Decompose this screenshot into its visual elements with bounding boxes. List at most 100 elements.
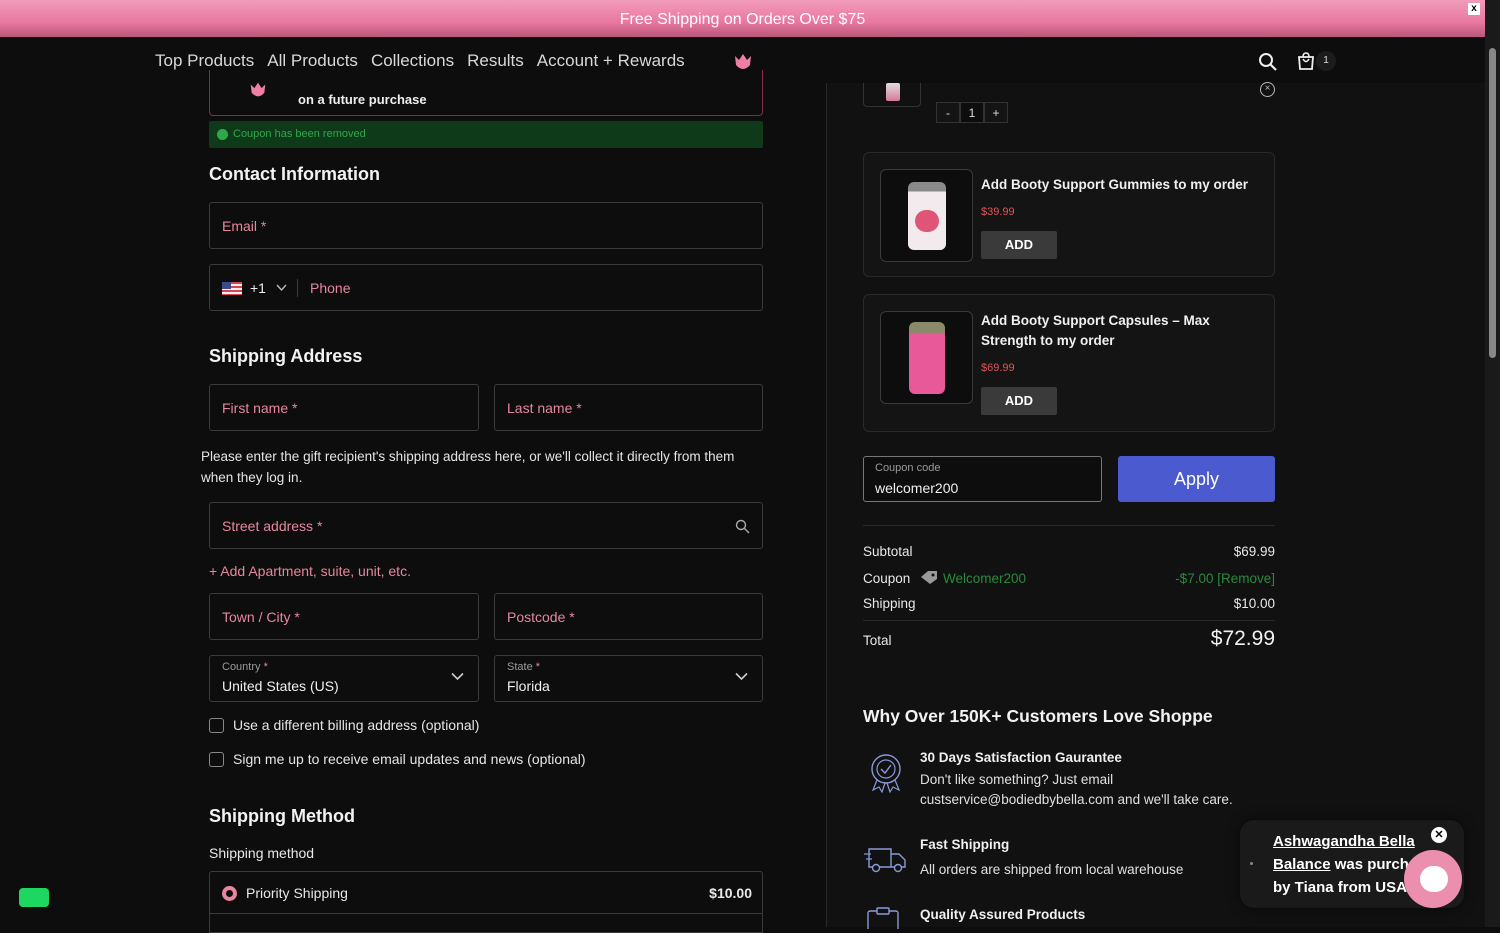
page-scrollbar[interactable] [1485,0,1500,927]
product-image [886,83,900,101]
chat-button[interactable] [1404,850,1462,908]
cart-count-badge: 1 [1316,51,1336,71]
add-apartment-link[interactable]: + Add Apartment, suite, unit, etc. [209,563,411,579]
gift-recipient-note: Please enter the gift recipient's shippi… [201,449,735,485]
newsletter-label: Sign me up to receive email updates and … [233,751,586,767]
upsell-capsules: Add Booty Support Capsules – Max Strengt… [863,294,1275,432]
truck-icon [864,848,906,873]
shipping-option-price: $10.00 [709,885,752,901]
search-icon[interactable] [1258,52,1278,72]
first-name-field[interactable]: First name * [209,384,479,431]
phone-field[interactable]: +1 Phone [209,264,763,311]
nav-results[interactable]: Results [467,51,524,71]
postcode-field[interactable]: Postcode * [494,593,763,640]
upsell-price: $69.99 [981,362,1015,374]
shipping-address-title: Shipping Address [209,346,363,366]
last-name-field[interactable]: Last name * [494,384,763,431]
qty-increase-button[interactable]: + [984,102,1008,123]
quantity-stepper[interactable]: - 1 + [936,102,1008,123]
coupon-code-input[interactable]: Coupon code welcomer200 [863,456,1102,502]
upsell-product-image [880,311,973,404]
email-field[interactable]: Email * [209,202,763,249]
coupon-row: Coupon Welcomer200 -$7.00 [Remove] [863,571,1275,586]
nav-all-products[interactable]: All Products [267,51,358,71]
shipping-option-name: Priority Shipping [246,885,348,901]
coupon-discount-remove[interactable]: -$7.00 [Remove] [1175,571,1275,586]
rewards-launcher-button[interactable] [19,888,49,907]
city-placeholder: Town / City * [222,609,300,625]
add-gummies-button[interactable]: ADD [981,231,1057,259]
qty-decrease-button[interactable]: - [936,102,960,123]
email-placeholder: Email * [222,218,267,234]
feature-title: Quality Assured Products [920,907,1086,922]
nav-top-products[interactable]: Top Products [155,51,254,71]
cart-icon[interactable] [1296,51,1316,71]
street-placeholder: Street address * [222,518,323,534]
subtotal-row: Subtotal $69.99 [863,544,1275,559]
first-name-placeholder: First name * [222,400,298,416]
newsletter-option[interactable]: Sign me up to receive email updates and … [209,751,586,767]
why-title: Why Over 150K+ Customers Love Shoppe [863,706,1213,726]
phone-country-code[interactable]: +1 [250,280,266,296]
summary-divider [863,525,1275,526]
badge-check-icon [871,754,901,794]
scrollbar-thumb[interactable] [1489,48,1496,358]
popup-product-line2[interactable]: Balance [1273,856,1331,873]
total-label: Total [863,633,892,648]
upsell-title: Add Booty Support Capsules – Max Strengt… [981,313,1210,348]
remove-item-icon[interactable]: × [1260,82,1275,97]
postcode-placeholder: Postcode * [507,609,575,625]
popup-product-line1[interactable]: Ashwagandha Bella [1273,833,1415,850]
subtotal-value: $69.99 [1233,544,1275,559]
country-label: Country [222,661,261,673]
feature-title: Fast Shipping [920,837,1010,852]
feature-desc: All orders are shipped from local wareho… [920,862,1184,877]
coupon-removed-notice: Coupon has been removed [209,121,763,148]
feature-title: 30 Days Satisfaction Gaurantee [920,750,1122,765]
announcement-bar: Free Shipping on Orders Over $75 [0,0,1485,37]
apply-coupon-button[interactable]: Apply [1118,456,1275,502]
close-popup-button[interactable]: ✕ [1431,827,1447,843]
priority-shipping-option[interactable]: Priority Shipping $10.00 [209,871,763,914]
tulip-icon [250,82,266,97]
add-capsules-button[interactable]: ADD [981,387,1057,415]
phone-placeholder: Phone [310,280,351,296]
billing-address-option[interactable]: Use a different billing address (optiona… [209,717,479,733]
shipping-row: Shipping $10.00 [863,596,1275,611]
qty-value[interactable]: 1 [960,102,984,123]
announcement-text: Free Shipping on Orders Over $75 [619,11,866,28]
coupon-label: Coupon code [875,462,941,474]
billing-label: Use a different billing address (optiona… [233,717,480,733]
chevron-down-icon[interactable] [276,284,287,292]
country-select[interactable]: Country * United States (US) [209,655,479,702]
clipboard-icon [867,907,899,929]
search-icon [735,519,750,534]
city-field[interactable]: Town / City * [209,593,479,640]
shipping-option-next[interactable] [209,913,763,933]
chat-bubble-icon [1420,866,1448,892]
upsell-product-image [880,169,973,262]
street-address-field[interactable]: Street address * [209,502,763,549]
check-circle-icon [217,129,228,140]
shipping-value: $10.00 [1233,596,1275,611]
phone-divider [297,279,298,297]
newsletter-checkbox[interactable] [209,752,224,767]
shipping-radio[interactable] [222,886,237,901]
total-row: Total $72.99 [863,627,1275,650]
shipping-label: Shipping [863,596,916,611]
column-divider [826,83,827,927]
promo-text: on a future purchase [298,92,427,107]
shipping-method-title: Shipping Method [209,806,355,826]
summary-divider [863,620,1275,621]
applied-coupon-code: Welcomer200 [943,571,1027,586]
coupon-removed-text: Coupon has been removed [233,128,366,140]
state-select[interactable]: State * Florida [494,655,763,702]
billing-checkbox[interactable] [209,718,224,733]
close-announcement-button[interactable]: x [1468,3,1480,15]
shipping-method-label: Shipping method [209,845,315,861]
us-flag-icon[interactable] [222,282,242,295]
country-value: United States (US) [222,678,339,694]
coupon-value: welcomer200 [875,480,959,496]
nav-collections[interactable]: Collections [371,51,454,71]
nav-account-rewards[interactable]: Account + Rewards [537,51,685,71]
